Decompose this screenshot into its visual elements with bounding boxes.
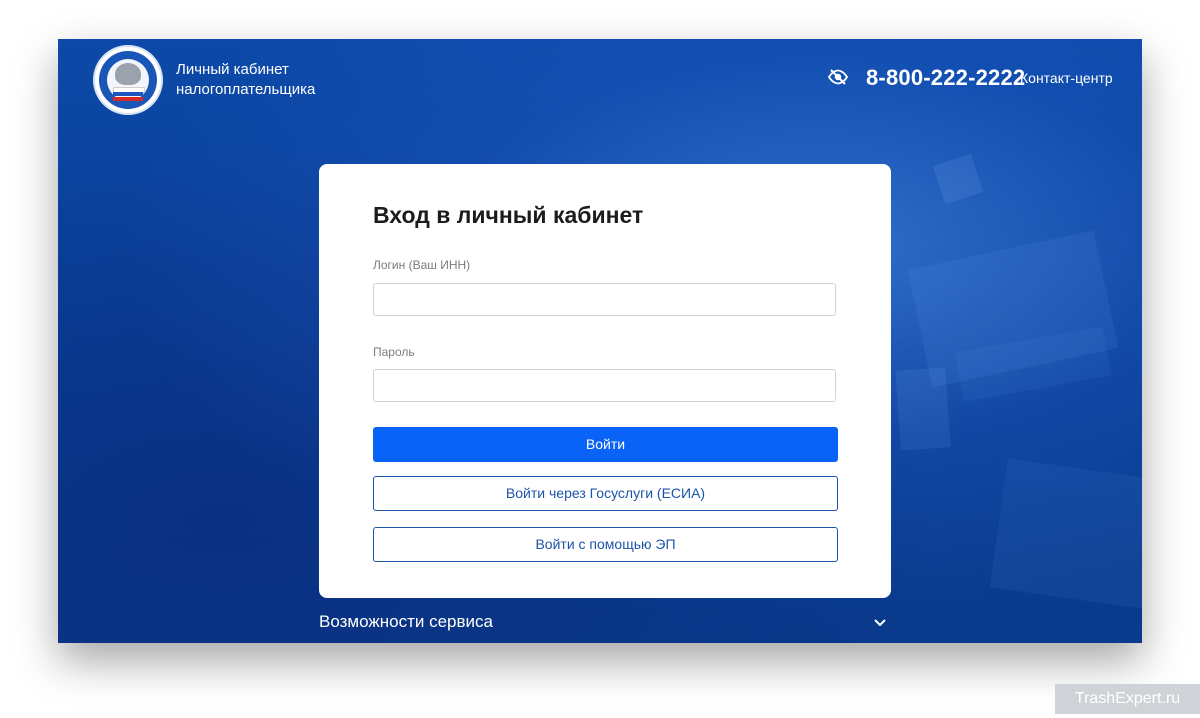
watermark: TrashExpert.ru [1055, 684, 1200, 714]
brand-title[interactable]: Личный кабинет налогоплательщика [176, 60, 376, 100]
eagle-emblem-icon [115, 63, 141, 85]
fns-logo[interactable] [95, 47, 161, 113]
gosuslugi-login-button[interactable]: Войти через Госуслуги (ЕСИА) [373, 476, 838, 511]
password-label: Пароль [373, 345, 415, 359]
login-title: Вход в личный кабинет [373, 202, 644, 228]
brand-title-line1: Личный кабинет [176, 61, 289, 78]
app-frame: Личный кабинет налогоплательщика 8-800-2… [58, 39, 1142, 643]
ep-login-button[interactable]: Войти с помощью ЭП [373, 527, 838, 562]
login-label: Логин (Ваш ИНН) [373, 258, 471, 272]
background-shape [932, 153, 984, 205]
contact-center-link[interactable]: Контакт-центр [1020, 70, 1113, 86]
login-button[interactable]: Войти [373, 427, 838, 462]
chevron-down-icon [874, 619, 886, 627]
service-features-toggle[interactable]: Возможности сервиса [319, 610, 891, 634]
login-input[interactable] [373, 283, 836, 316]
flag-stripe-red [113, 97, 143, 101]
service-features-label: Возможности сервиса [319, 612, 493, 631]
accessibility-toggle-button[interactable] [827, 68, 849, 86]
login-card: Вход в личный кабинет Логин (Ваш ИНН) Па… [319, 164, 891, 598]
brand-title-line2: налогоплательщика [176, 81, 316, 98]
background-shape [895, 367, 951, 451]
eye-slash-icon [828, 69, 848, 85]
background-shape [989, 458, 1142, 610]
phone-number[interactable]: 8-800-222-2222 [866, 65, 1025, 91]
password-input[interactable] [373, 369, 836, 402]
flag-stripe-blue [113, 92, 143, 96]
